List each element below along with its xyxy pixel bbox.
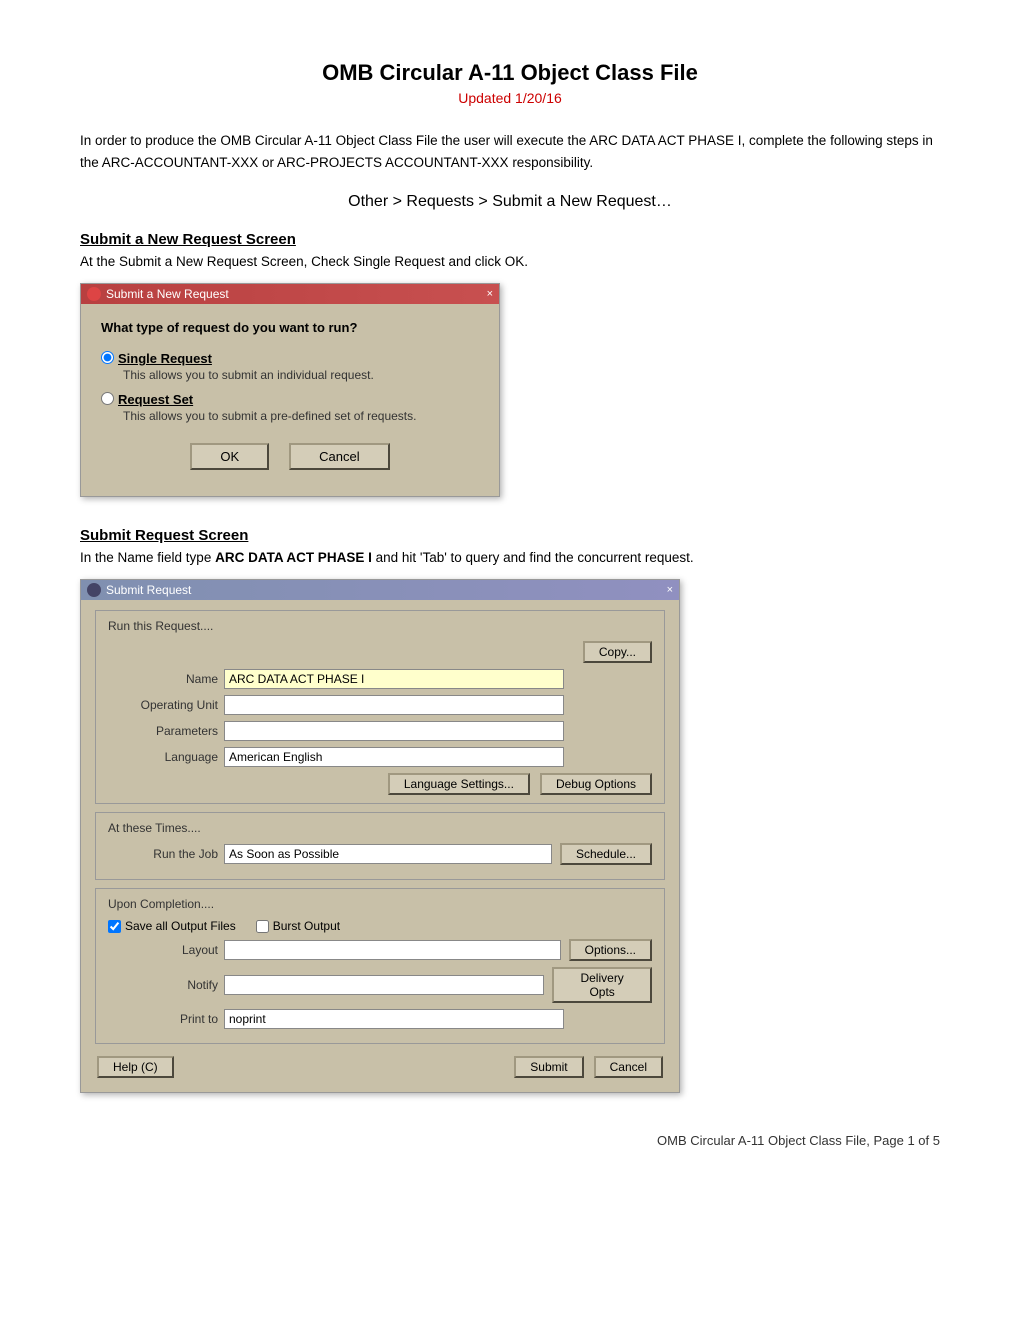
copy-button[interactable]: Copy... — [583, 641, 652, 663]
submit-request-dialog: Submit Request × Run this Request.... Co… — [80, 579, 680, 1093]
section1: Submit a New Request Screen At the Submi… — [80, 231, 940, 497]
section2-desc-suffix: and hit 'Tab' to query and find the conc… — [372, 550, 694, 565]
upon-completion-section: Upon Completion.... Save all Output File… — [95, 888, 665, 1044]
dialog1-titlebar: Submit a New Request × — [81, 284, 499, 304]
request-set-radio[interactable] — [101, 392, 114, 405]
layout-label: Layout — [108, 943, 218, 957]
operating-unit-label: Operating Unit — [108, 698, 218, 712]
run-job-row: Run the Job Schedule... — [108, 843, 652, 865]
page-title: OMB Circular A-11 Object Class File — [80, 60, 940, 86]
burst-output-text: Burst Output — [273, 919, 340, 933]
run-this-request-section: Run this Request.... Copy... Name Operat… — [95, 610, 665, 804]
section1-desc: At the Submit a New Request Screen, Chec… — [80, 254, 940, 269]
parameters-label: Parameters — [108, 724, 218, 738]
section2-desc-bold: ARC DATA ACT PHASE I — [215, 550, 372, 565]
print-to-row: Print to — [108, 1009, 652, 1029]
dialog2-inner: Run this Request.... Copy... Name Operat… — [81, 600, 679, 1092]
submit-button[interactable]: Submit — [514, 1056, 583, 1078]
single-request-desc: This allows you to submit an individual … — [123, 368, 479, 382]
schedule-button[interactable]: Schedule... — [560, 843, 652, 865]
dialog1-question: What type of request do you want to run? — [101, 320, 479, 335]
dialog1-title: Submit a New Request — [106, 287, 229, 301]
dialog1-icon — [87, 287, 101, 301]
at-these-times-label: At these Times.... — [108, 821, 652, 835]
page-subtitle: Updated 1/20/16 — [80, 90, 940, 106]
parameters-input[interactable] — [224, 721, 564, 741]
dialog2-titlebar: Submit Request × — [81, 580, 679, 600]
section2-desc-prefix: In the Name field type — [80, 550, 215, 565]
save-output-checkbox[interactable] — [108, 920, 121, 933]
language-row: Language — [108, 747, 652, 767]
ok-button[interactable]: OK — [190, 443, 269, 470]
run-job-input[interactable] — [224, 844, 552, 864]
single-request-option: Single Request This allows you to submit… — [101, 351, 479, 382]
notify-row: Notify Delivery Opts — [108, 967, 652, 1003]
save-output-label: Save all Output Files — [108, 919, 236, 933]
name-label: Name — [108, 672, 218, 686]
options-button[interactable]: Options... — [569, 939, 652, 961]
request-set-desc: This allows you to submit a pre-defined … — [123, 409, 479, 423]
single-request-label: Single Request — [118, 351, 212, 366]
intro-text: In order to produce the OMB Circular A-1… — [80, 130, 940, 173]
copy-btn-row: Copy... — [108, 641, 652, 663]
section1-heading: Submit a New Request Screen — [80, 231, 940, 248]
run-job-label: Run the Job — [108, 847, 218, 861]
single-request-radio[interactable] — [101, 351, 114, 364]
request-set-label: Request Set — [118, 392, 193, 407]
language-label: Language — [108, 750, 218, 764]
dialog2-cancel-button[interactable]: Cancel — [594, 1056, 663, 1078]
dialog1-content: What type of request do you want to run?… — [81, 304, 499, 496]
help-button[interactable]: Help (C) — [97, 1056, 174, 1078]
language-input[interactable] — [224, 747, 564, 767]
run-section-label: Run this Request.... — [108, 619, 652, 633]
dialog1-buttons: OK Cancel — [101, 443, 479, 480]
name-row: Name — [108, 669, 652, 689]
request-set-option: Request Set This allows you to submit a … — [101, 392, 479, 423]
burst-output-checkbox[interactable] — [256, 920, 269, 933]
parameters-row: Parameters — [108, 721, 652, 741]
name-input[interactable] — [224, 669, 564, 689]
footer-text: OMB Circular A-11 Object Class File, Pag… — [80, 1133, 940, 1148]
output-checkboxes: Save all Output Files Burst Output — [108, 919, 652, 933]
language-settings-button[interactable]: Language Settings... — [388, 773, 530, 795]
layout-row: Layout Options... — [108, 939, 652, 961]
submit-new-request-dialog: Submit a New Request × What type of requ… — [80, 283, 500, 497]
nav-path: Other > Requests > Submit a New Request… — [80, 193, 940, 211]
section2-desc: In the Name field type ARC DATA ACT PHAS… — [80, 550, 940, 565]
at-these-times-section: At these Times.... Run the Job Schedule.… — [95, 812, 665, 880]
debug-options-button[interactable]: Debug Options — [540, 773, 652, 795]
layout-input[interactable] — [224, 940, 561, 960]
dialog1-close-icon[interactable]: × — [487, 288, 493, 300]
section2: Submit Request Screen In the Name field … — [80, 527, 940, 1093]
dialog2-icon — [87, 583, 101, 597]
dialog2-close-icon[interactable]: × — [667, 584, 673, 596]
print-to-input[interactable] — [224, 1009, 564, 1029]
notify-label: Notify — [108, 978, 218, 992]
cancel-button[interactable]: Cancel — [289, 443, 389, 470]
operating-unit-input[interactable] — [224, 695, 564, 715]
print-to-label: Print to — [108, 1012, 218, 1026]
lang-debug-buttons: Language Settings... Debug Options — [108, 773, 652, 795]
notify-input[interactable] — [224, 975, 544, 995]
delivery-opts-button[interactable]: Delivery Opts — [552, 967, 652, 1003]
bottom-btn-bar: Help (C) Submit Cancel — [95, 1052, 665, 1082]
section2-heading: Submit Request Screen — [80, 527, 940, 544]
operating-unit-row: Operating Unit — [108, 695, 652, 715]
save-output-text: Save all Output Files — [125, 919, 236, 933]
burst-output-label: Burst Output — [256, 919, 340, 933]
upon-completion-label: Upon Completion.... — [108, 897, 652, 911]
dialog2-title: Submit Request — [106, 583, 191, 597]
right-buttons: Submit Cancel — [514, 1056, 663, 1078]
